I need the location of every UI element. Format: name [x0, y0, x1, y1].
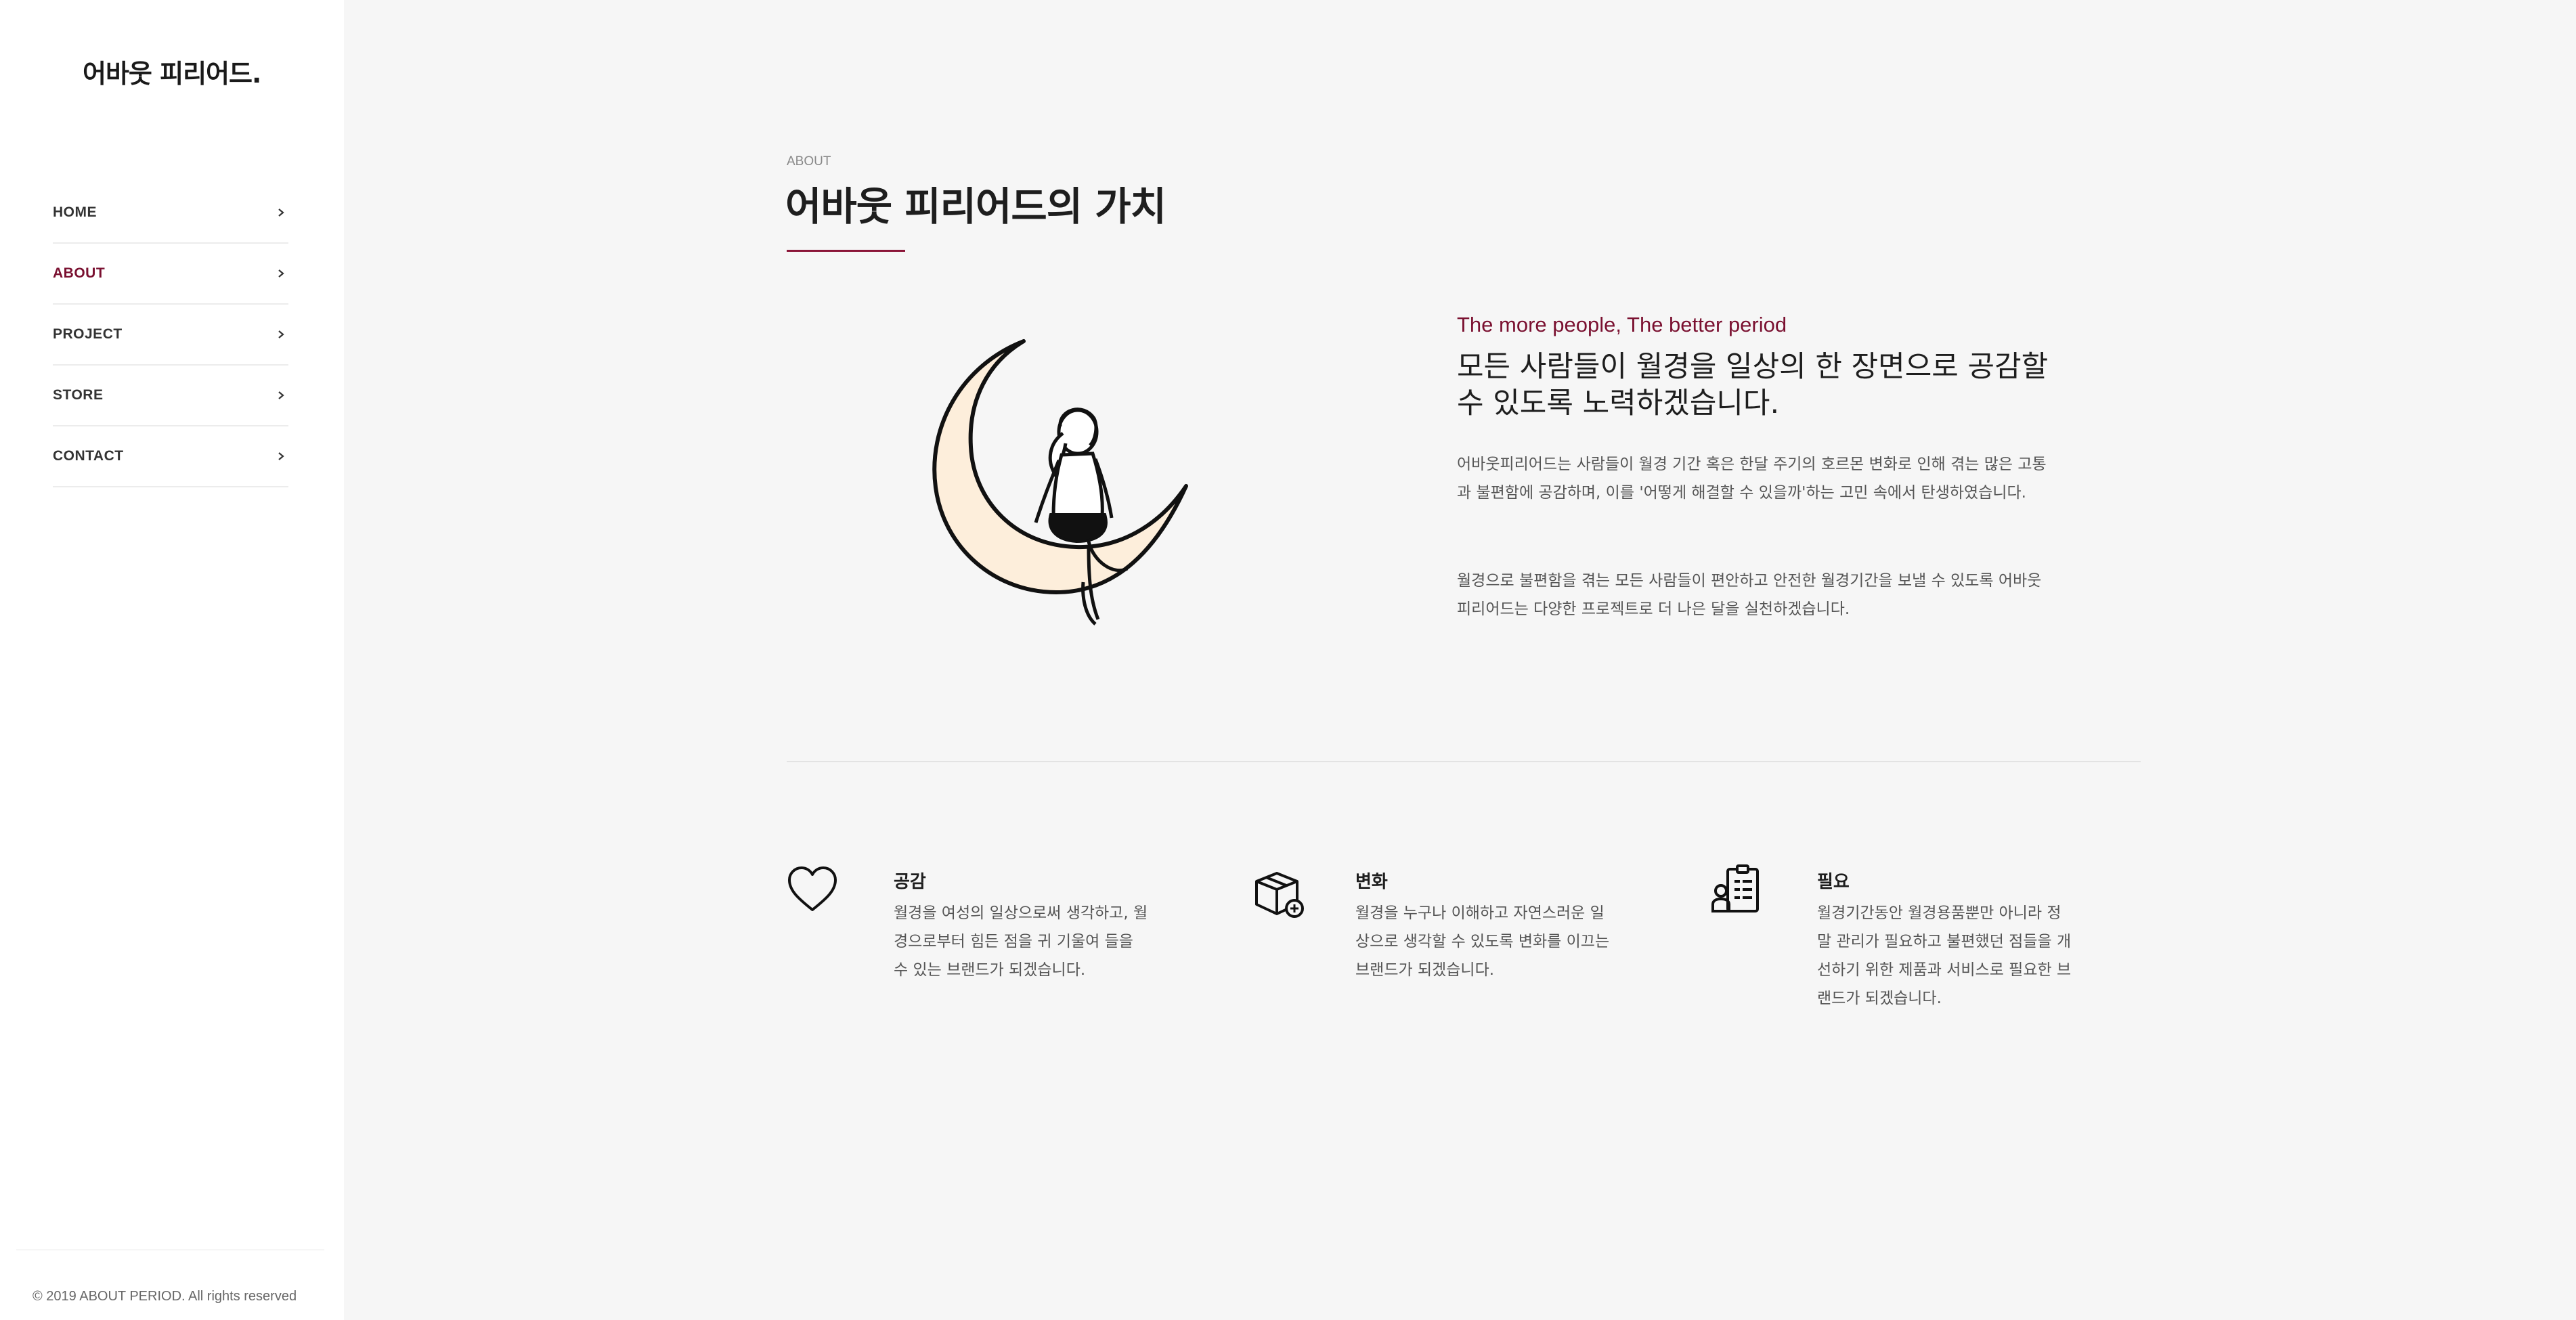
intro-paragraph: 어바웃피리어드는 사람들이 월경 기간 혹은 한달 주기의 호르몬 변화로 인해…	[1457, 456, 2047, 502]
title-underline	[787, 250, 905, 252]
section-eyebrow: ABOUT	[787, 154, 831, 169]
nav-item-label: PROJECT	[53, 326, 123, 342]
feature-title: 변화	[1355, 872, 1388, 892]
copyright: © 2019 ABOUT PERIOD. All rights reserved	[32, 1289, 297, 1304]
site-logo[interactable]: 어바웃 피리어드.	[83, 53, 261, 90]
main-nav: HOME ABOUT PROJECT STORE CONTACT	[53, 183, 288, 487]
heart-icon	[788, 866, 837, 911]
headline-line: 수 있도록 노력하겠습니다.	[1457, 387, 1780, 420]
feature-description: 월경을 여성의 일상으로써 생각하고, 월경으로부터 힘든 점을 귀 기울여 들…	[894, 904, 1148, 979]
feature-title: 필요	[1817, 872, 1850, 892]
section-divider	[787, 761, 2141, 762]
chevron-right-icon	[274, 266, 288, 281]
chevron-right-icon	[274, 449, 288, 464]
mission-paragraph: 월경으로 불편함을 겪는 모든 사람들이 편안하고 안전한 월경기간을 보낼 수…	[1457, 572, 2042, 618]
sidebar: 어바웃 피리어드. HOME ABOUT PROJECT STORE CONTA…	[0, 0, 344, 1320]
feature-title: 공감	[894, 872, 926, 892]
headline: 모든 사람들이 월경을 일상의 한 장면으로 공감할 수 있도록 노력하겠습니다…	[1457, 349, 2066, 422]
chevron-right-icon	[274, 205, 288, 220]
nav-item-label: CONTACT	[53, 448, 124, 464]
nav-item-label: ABOUT	[53, 265, 106, 281]
headline-line: 모든 사람들이 월경을 일상의 한 장면으로 공감할	[1457, 350, 2049, 384]
feature-description: 월경을 누구나 이해하고 자연스러운 일상으로 생각할 수 있도록 변화를 이끄…	[1355, 904, 1610, 979]
nav-item-contact[interactable]: CONTACT	[53, 426, 288, 487]
nav-item-home[interactable]: HOME	[53, 183, 288, 244]
feature-description: 월경기간동안 월경용품뿐만 아니라 정말 관리가 필요하고 불편했던 점들을 개…	[1817, 904, 2072, 1007]
nav-item-label: HOME	[53, 204, 97, 220]
chevron-right-icon	[274, 388, 288, 403]
moon-girl-illustration	[932, 339, 1188, 625]
chevron-right-icon	[274, 327, 288, 342]
nav-item-about[interactable]: ABOUT	[53, 244, 288, 305]
nav-item-label: STORE	[53, 387, 104, 403]
clipboard-icon	[1711, 864, 1759, 912]
tagline: The more people, The better period	[1457, 313, 1787, 336]
page-title: 어바웃 피리어드의 가치	[785, 183, 1166, 229]
nav-item-project[interactable]: PROJECT	[53, 305, 288, 366]
package-icon	[1255, 872, 1304, 918]
nav-item-store[interactable]: STORE	[53, 366, 288, 426]
